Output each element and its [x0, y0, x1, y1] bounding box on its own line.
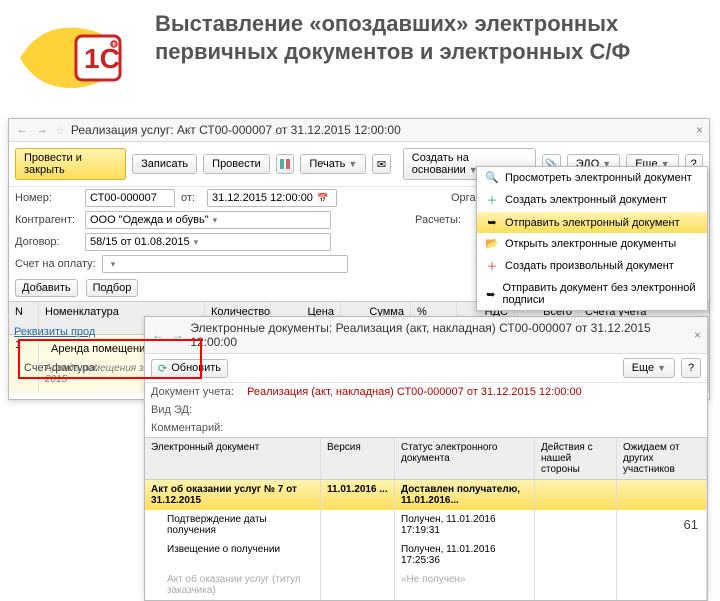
menu-send[interactable]: ➥Отправить электронный документ [477, 212, 707, 233]
comment-label: Комментарий: [151, 422, 241, 434]
send-icon: ➥ [485, 216, 499, 229]
edocs-title: Электронные документы: Реализация (акт, … [190, 321, 688, 349]
nav-fwd-icon[interactable]: → [35, 124, 49, 136]
edocs-window: ← → Электронные документы: Реализация (а… [144, 316, 708, 601]
doc-title: Реализация услуг: Акт СТ00-000007 от 31.… [71, 123, 401, 137]
plus-icon: ＋ [485, 192, 499, 208]
favorite-icon[interactable]: ☆ [55, 124, 65, 137]
post-button[interactable]: Провести [203, 154, 270, 174]
menu-view[interactable]: 🔍Просмотреть электронный документ [477, 167, 707, 188]
logo-1c: 1C R [18, 22, 138, 99]
page-number: 61 [684, 517, 698, 532]
menu-send-nosig[interactable]: ➥Отправить документ без электронной подп… [477, 278, 707, 310]
edocs-row[interactable]: Подтверждение даты получения Получен, 11… [145, 510, 707, 540]
print-button[interactable]: Печать▼ [300, 154, 366, 174]
edo-menu: 🔍Просмотреть электронный документ ＋Созда… [476, 166, 708, 311]
menu-create-any[interactable]: ＋Создать произвольный документ [477, 254, 707, 278]
folder-icon: 📂 [485, 237, 499, 250]
rekv-prod-link[interactable]: Реквизиты прод [14, 326, 95, 338]
mail-icon[interactable]: ✉ [372, 154, 390, 174]
help-icon[interactable]: ? [681, 358, 701, 378]
menu-create[interactable]: ＋Создать электронный документ [477, 188, 707, 212]
date-input[interactable]: 31.12.2015 12:00:00📅 [207, 189, 337, 207]
nav-back-icon[interactable]: ← [151, 328, 165, 342]
plus-icon: ＋ [485, 258, 499, 274]
titlebar: ← → ☆ Реализация услуг: Акт СТ00-000007 … [9, 119, 709, 142]
close-icon[interactable]: × [694, 328, 701, 342]
reg-doc-label: Документ учета: [151, 386, 241, 398]
slide-title: Выставление «опоздавших» электронных пер… [155, 10, 720, 65]
select-button[interactable]: Подбор [86, 279, 139, 297]
number-input[interactable]: СТ00-000007 [85, 189, 175, 207]
bill-label: Счет на оплату: [15, 258, 96, 270]
close-icon[interactable]: × [696, 123, 703, 137]
edocs-table-header: Электронный документ Версия Статус элект… [145, 437, 707, 480]
number-label: Номер: [15, 192, 79, 204]
write-button[interactable]: Записать [132, 154, 197, 174]
refresh-icon: ⟳ [158, 362, 167, 375]
more-button[interactable]: Еще▼ [623, 358, 675, 378]
contragent-label: Контрагент: [15, 214, 79, 226]
dtkt-icon[interactable] [276, 154, 294, 174]
view-ed-label: Вид ЭД: [151, 404, 241, 416]
dogovor-input[interactable]: 58/15 от 01.08.2015▾ [85, 233, 331, 251]
search-icon: 🔍 [485, 171, 499, 184]
edocs-row[interactable]: Акт об оказании услуг № 7 от 31.12.2015 … [145, 480, 707, 510]
edocs-row[interactable]: Извещение о получении Получен, 11.01.201… [145, 540, 707, 570]
ot-label: от: [181, 192, 201, 204]
edocs-titlebar: ← → Электронные документы: Реализация (а… [145, 317, 707, 354]
svg-text:R: R [112, 42, 117, 49]
edocs-toolbar: ⟳Обновить Еще▼ ? [145, 354, 707, 383]
send-icon: ➥ [485, 288, 497, 301]
refresh-button[interactable]: ⟳Обновить [151, 359, 228, 378]
add-button[interactable]: Добавить [15, 279, 78, 297]
bill-input[interactable]: ▾ [102, 255, 348, 273]
edocs-row[interactable]: Акт об оказании услуг (титул заказчика) … [145, 570, 707, 600]
reg-doc-link[interactable]: Реализация (акт, накладная) СТ00-000007 … [247, 386, 582, 398]
sfakt-label: Счет-фактура: [24, 362, 98, 374]
post-close-button[interactable]: Провести и закрыть [15, 148, 126, 180]
dogovor-label: Договор: [15, 236, 79, 248]
nav-back-icon[interactable]: ← [15, 124, 29, 136]
contragent-input[interactable]: ООО "Одежда и обувь"▾ [85, 211, 331, 229]
menu-open[interactable]: 📂Открыть электронные документы [477, 233, 707, 254]
nav-fwd-icon[interactable]: → [171, 328, 185, 342]
